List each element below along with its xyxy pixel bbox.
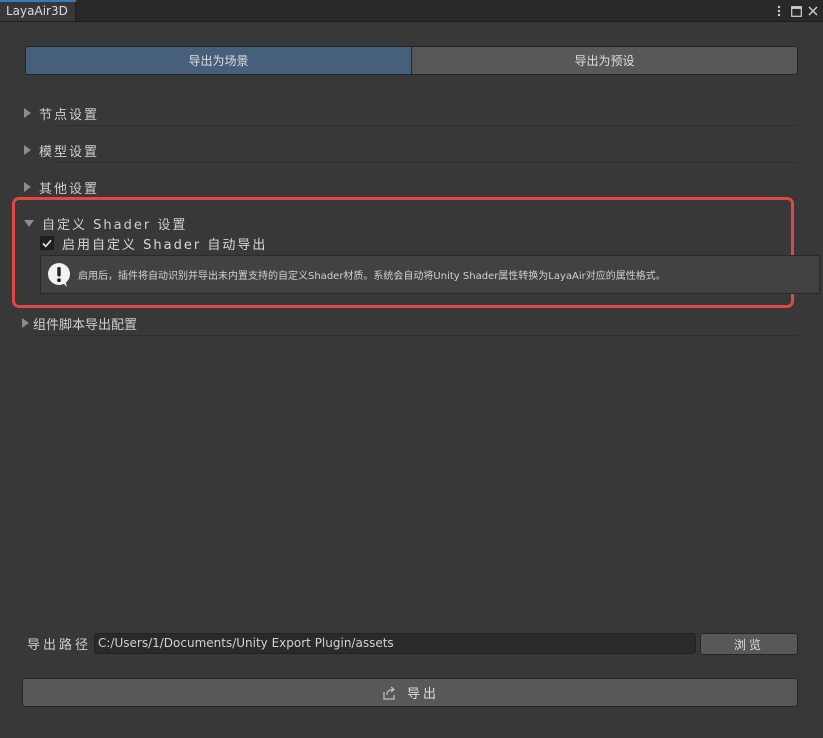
help-box: 启用后，插件将自动识别并导出未内置支持的自定义Shader材质。系统会自动将Un… xyxy=(40,255,820,294)
foldout-label: 组件脚本导出配置 xyxy=(33,317,138,333)
divider xyxy=(56,162,798,163)
window-tab[interactable]: LayaAir3D xyxy=(0,0,76,21)
foldout-model-settings[interactable]: 模型设置 xyxy=(24,137,798,163)
foldout-label: 其他设置 xyxy=(39,181,100,197)
warning-icon xyxy=(48,262,70,287)
export-as-scene-button[interactable]: 导出为场景 xyxy=(26,47,411,74)
collapse-arrow-icon xyxy=(24,219,34,227)
browse-button[interactable]: 浏览 xyxy=(700,633,798,655)
enable-custom-shader-label[interactable]: 启用自定义 Shader 自动导出 xyxy=(62,234,267,253)
divider xyxy=(56,125,798,126)
foldout-label: 自定义 Shader 设置 xyxy=(42,217,188,233)
foldout-label: 模型设置 xyxy=(39,144,100,160)
tab-accent xyxy=(0,0,76,2)
window-tab-title: LayaAir3D xyxy=(6,4,68,18)
laya-export-window: LayaAir3D 导出为场景 导出为预设 节点设置 模型设置 其他设置 自定义… xyxy=(0,0,823,738)
divider xyxy=(34,335,798,336)
export-button-label: 导出 xyxy=(406,687,439,702)
export-button[interactable]: 导出 xyxy=(22,678,798,707)
expand-arrow-icon xyxy=(24,145,31,155)
expand-arrow-icon xyxy=(24,182,31,192)
expand-arrow-icon xyxy=(24,108,31,118)
help-text: 启用后，插件将自动识别并导出未内置支持的自定义Shader材质。系统会自动将Un… xyxy=(78,271,666,282)
export-icon xyxy=(383,686,395,700)
close-icon[interactable] xyxy=(807,4,819,18)
checkmark-icon xyxy=(42,239,52,247)
maximize-icon[interactable] xyxy=(790,4,802,18)
expand-arrow-icon xyxy=(22,318,29,328)
export-mode-toggle: 导出为场景 导出为预设 xyxy=(25,46,798,75)
foldout-component-script[interactable]: 组件脚本导出配置 xyxy=(22,310,798,336)
enable-custom-shader-row: 启用自定义 Shader 自动导出 xyxy=(40,233,267,253)
export-as-prefab-button[interactable]: 导出为预设 xyxy=(411,47,797,74)
menu-dots-icon[interactable] xyxy=(773,4,785,18)
enable-custom-shader-checkbox[interactable] xyxy=(40,236,54,250)
export-path-field[interactable]: C:/Users/1/Documents/Unity Export Plugin… xyxy=(94,633,696,654)
foldout-node-settings[interactable]: 节点设置 xyxy=(24,100,798,126)
tab-bar: LayaAir3D xyxy=(0,0,823,22)
window-controls xyxy=(773,2,819,20)
foldout-label: 节点设置 xyxy=(39,107,100,123)
foldout-custom-shader[interactable]: 自定义 Shader 设置 xyxy=(24,211,798,235)
export-path-label: 导出路径 xyxy=(27,638,92,653)
